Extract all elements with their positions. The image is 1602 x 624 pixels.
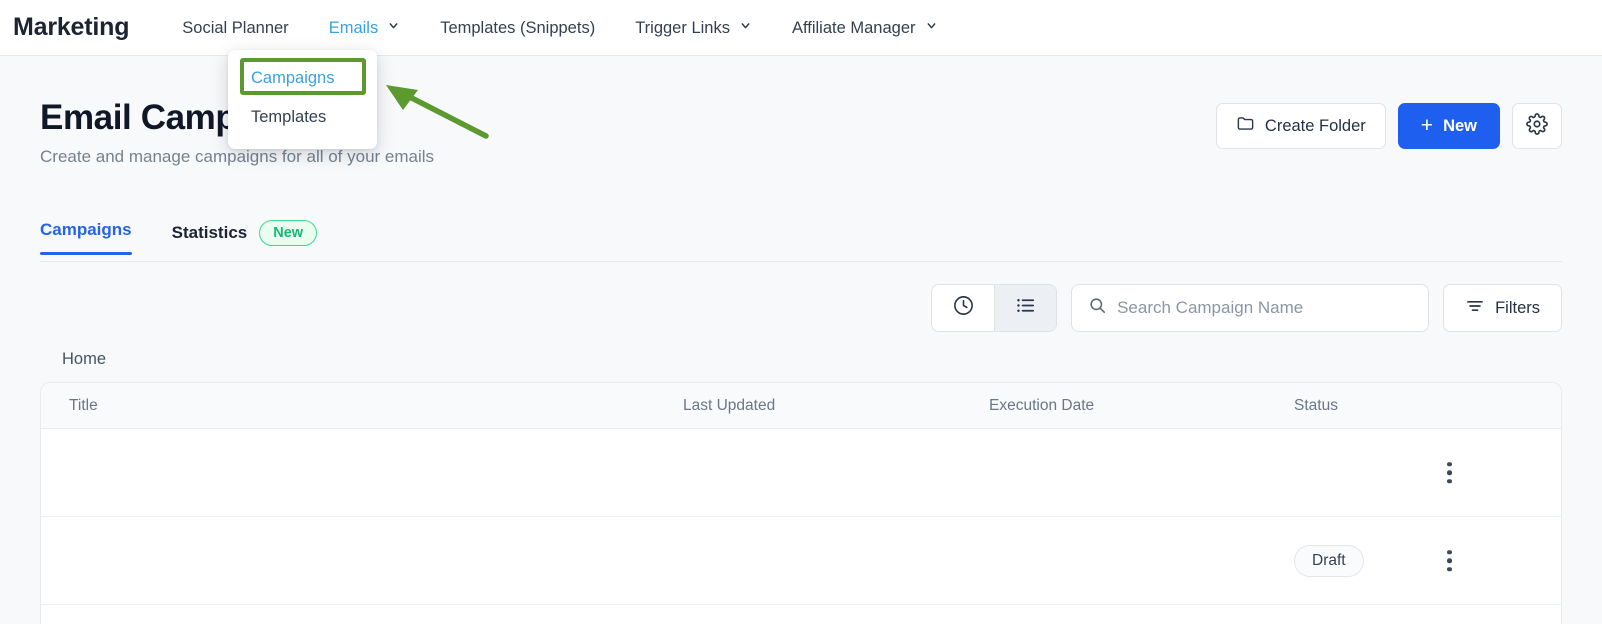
dropdown-item-templates[interactable]: Templates xyxy=(228,98,377,137)
emails-dropdown-menu: Campaigns Templates xyxy=(228,50,377,149)
nav-item-trigger-links[interactable]: Trigger Links xyxy=(615,0,772,56)
new-button-label: New xyxy=(1443,116,1477,135)
table-row[interactable]: Draft xyxy=(41,517,1561,605)
tab-bar: Campaigns Statistics New xyxy=(40,220,1562,262)
chevron-down-icon xyxy=(739,19,752,32)
nav-item-social-planner[interactable]: Social Planner xyxy=(162,0,308,56)
dropdown-item-campaigns[interactable]: Campaigns xyxy=(228,59,377,98)
nav-item-label: Trigger Links xyxy=(635,18,730,37)
nav-items: Social Planner Emails Templates (Snippet… xyxy=(162,0,957,56)
nav-item-label: Emails xyxy=(328,18,379,37)
folder-icon xyxy=(1236,114,1255,138)
filter-icon xyxy=(1465,296,1485,321)
search-icon xyxy=(1088,296,1107,320)
table-row[interactable] xyxy=(41,429,1561,517)
nav-item-label: Social Planner xyxy=(182,18,289,37)
breadcrumb[interactable]: Home xyxy=(62,350,106,369)
column-header-status: Status xyxy=(1294,396,1338,414)
tab-campaigns[interactable]: Campaigns xyxy=(40,220,132,255)
create-folder-label: Create Folder xyxy=(1264,116,1366,135)
new-button[interactable]: + New xyxy=(1397,103,1500,149)
brand-logo: Marketing xyxy=(13,13,130,41)
tab-label: Campaigns xyxy=(40,220,132,239)
page-header-actions: Create Folder + New xyxy=(1215,103,1562,149)
row-actions-menu-icon[interactable] xyxy=(1447,461,1452,484)
plus-icon: + xyxy=(1420,114,1434,137)
top-navigation-bar: Marketing Social Planner Emails Template… xyxy=(0,0,1602,56)
nav-item-affiliate-manager[interactable]: Affiliate Manager xyxy=(772,0,958,56)
table-toolbar: Filters xyxy=(40,284,1562,332)
column-header-title: Title xyxy=(69,396,98,414)
chevron-down-icon xyxy=(925,19,938,32)
settings-button[interactable] xyxy=(1512,103,1562,149)
status-badge-new: New xyxy=(259,220,318,246)
row-actions-menu-icon[interactable] xyxy=(1447,549,1452,572)
nav-item-templates-snippets[interactable]: Templates (Snippets) xyxy=(420,0,615,56)
create-folder-button[interactable]: Create Folder xyxy=(1215,103,1386,149)
view-toggle-history[interactable] xyxy=(932,285,995,331)
nav-item-emails[interactable]: Emails xyxy=(309,0,421,56)
dropdown-item-label: Templates xyxy=(251,108,327,126)
campaigns-table: Title Last Updated Execution Date Status… xyxy=(40,382,1562,624)
filters-label: Filters xyxy=(1495,298,1540,317)
tab-statistics[interactable]: Statistics New xyxy=(171,220,318,260)
view-toggle-group xyxy=(931,284,1058,332)
view-toggle-list[interactable] xyxy=(994,285,1057,331)
filters-button[interactable]: Filters xyxy=(1443,284,1562,332)
nav-item-label: Affiliate Manager xyxy=(791,18,916,37)
tab-label: Statistics xyxy=(171,223,248,242)
column-header-execution-date: Execution Date xyxy=(989,396,1095,414)
page-subtitle: Create and manage campaigns for all of y… xyxy=(40,147,435,167)
gear-icon xyxy=(1526,112,1548,140)
column-header-last-updated: Last Updated xyxy=(683,396,776,414)
table-header-row: Title Last Updated Execution Date Status xyxy=(41,383,1561,429)
nav-item-label: Templates (Snippets) xyxy=(440,18,596,37)
search-input[interactable] xyxy=(1117,298,1413,318)
dropdown-item-label: Campaigns xyxy=(251,69,335,87)
chevron-down-icon xyxy=(387,19,400,32)
status-badge: Draft xyxy=(1294,544,1364,577)
search-campaign-box[interactable] xyxy=(1071,284,1430,332)
clock-icon xyxy=(952,294,975,322)
list-icon xyxy=(1014,294,1037,322)
